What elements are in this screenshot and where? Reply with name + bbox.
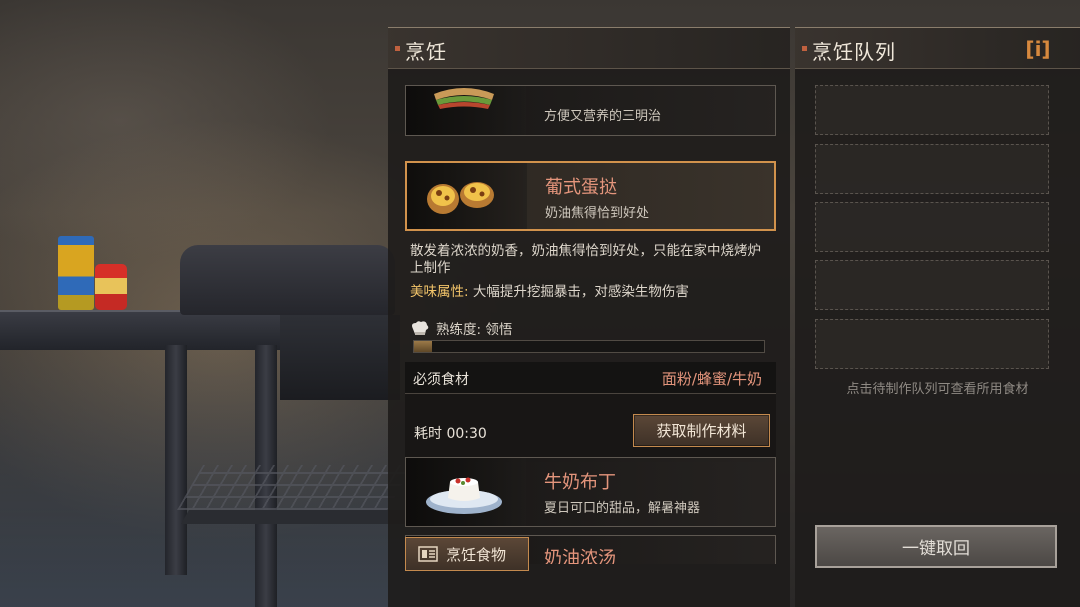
cooking-panel-header: 烹饪 bbox=[388, 28, 790, 69]
mastery-row: 熟练度: 领悟 bbox=[410, 318, 512, 338]
queue-panel-title: 烹饪队列 bbox=[812, 40, 896, 64]
metal-table bbox=[0, 310, 280, 350]
queue-slot[interactable] bbox=[815, 260, 1049, 310]
grill-shelf bbox=[180, 510, 420, 524]
cook-food-button[interactable]: 烹饪食物 bbox=[405, 537, 529, 571]
flavor-attribute-value: 大幅提升挖掘暴击，对感染生物伤害 bbox=[468, 284, 689, 300]
chef-hat-icon bbox=[412, 321, 429, 335]
recipe-thumbnail bbox=[406, 458, 526, 526]
egg-tart-icon bbox=[427, 182, 494, 214]
mastery-progress-fill bbox=[414, 341, 432, 352]
queue-slot[interactable] bbox=[815, 202, 1049, 252]
info-icon[interactable]: [i] bbox=[1022, 36, 1054, 62]
queue-slot[interactable] bbox=[815, 319, 1049, 369]
milk-pudding-icon bbox=[426, 477, 502, 514]
recall-all-button[interactable]: 一键取回 bbox=[815, 525, 1057, 568]
table-leg bbox=[165, 345, 187, 575]
recipe-card-sandwich[interactable]: 方便又营养的三明治 bbox=[405, 85, 776, 136]
recipe-name: 奶油浓汤 bbox=[544, 548, 616, 564]
recipe-book-icon bbox=[418, 546, 438, 562]
recipe-description: 奶油焦得恰到好处 bbox=[545, 206, 650, 221]
header-marker bbox=[802, 46, 807, 51]
flavor-attribute-label: 美味属性: bbox=[410, 284, 469, 300]
recipe-thumbnail bbox=[406, 86, 526, 135]
cook-time-label: 耗时 00:30 bbox=[414, 426, 487, 442]
header-marker bbox=[395, 46, 400, 51]
queue-slot[interactable] bbox=[815, 85, 1049, 135]
recipe-card-milk-pudding[interactable]: 牛奶布丁 夏日可口的甜品，解暑神器 bbox=[405, 457, 776, 527]
cook-time-row: 耗时 00:30 获取制作材料 bbox=[405, 394, 776, 462]
recipe-detail-text: 散发着浓浓的奶香，奶油焦得恰到好处，只能在家中烧烤炉上制作 bbox=[410, 243, 761, 276]
cooking-panel-title: 烹饪 bbox=[405, 40, 447, 64]
flavor-attribute: 美味属性: 大幅提升挖掘暴击，对感染生物伤害 bbox=[410, 280, 689, 300]
recipe-card-egg-tart[interactable]: 葡式蛋挞 奶油焦得恰到好处 bbox=[405, 161, 776, 231]
recipe-description: 方便又营养的三明治 bbox=[544, 109, 662, 124]
queue-slot[interactable] bbox=[815, 144, 1049, 194]
cooking-queue-panel: 烹饪队列 [i] 点击待制作队列可查看所用食材 一键取回 bbox=[795, 27, 1080, 607]
required-ingredients-label: 必须食材 bbox=[413, 372, 469, 388]
recipe-description: 夏日可口的甜品，解暑神器 bbox=[544, 501, 701, 516]
mastery-progress-bar bbox=[413, 340, 765, 353]
recipe-list[interactable]: 方便又营养的三明治 葡式蛋挞 奶油焦得恰到好处 散发着浓浓的奶香，奶油焦得恰到好… bbox=[388, 69, 790, 564]
grill-rack bbox=[177, 465, 413, 510]
recipe-thumbnail bbox=[407, 163, 527, 229]
mastery-text: 熟练度: 领悟 bbox=[436, 322, 513, 338]
cooking-panel: 烹饪 方便又营养的三明治 葡式蛋挞 奶油焦得恰到好处 散发着浓浓的奶香，奶油焦得… bbox=[388, 27, 790, 607]
grill-cabinet bbox=[280, 315, 400, 400]
recipe-name: 牛奶布丁 bbox=[544, 472, 616, 493]
barbecue-grill bbox=[180, 245, 395, 315]
sandwich-icon bbox=[434, 88, 494, 109]
recipe-name: 葡式蛋挞 bbox=[545, 177, 617, 198]
get-materials-button[interactable]: 获取制作材料 bbox=[633, 414, 770, 447]
cook-food-label: 烹饪食物 bbox=[446, 545, 507, 564]
sauce-jar bbox=[95, 264, 127, 310]
queue-panel-header: 烹饪队列 [i] bbox=[795, 28, 1080, 69]
queue-hint-text: 点击待制作队列可查看所用食材 bbox=[846, 382, 1029, 397]
required-ingredients-row: 必须食材 面粉/蜂蜜/牛奶 bbox=[405, 362, 776, 394]
required-ingredients-value: 面粉/蜂蜜/牛奶 bbox=[661, 370, 762, 388]
spice-bottle bbox=[58, 236, 94, 310]
